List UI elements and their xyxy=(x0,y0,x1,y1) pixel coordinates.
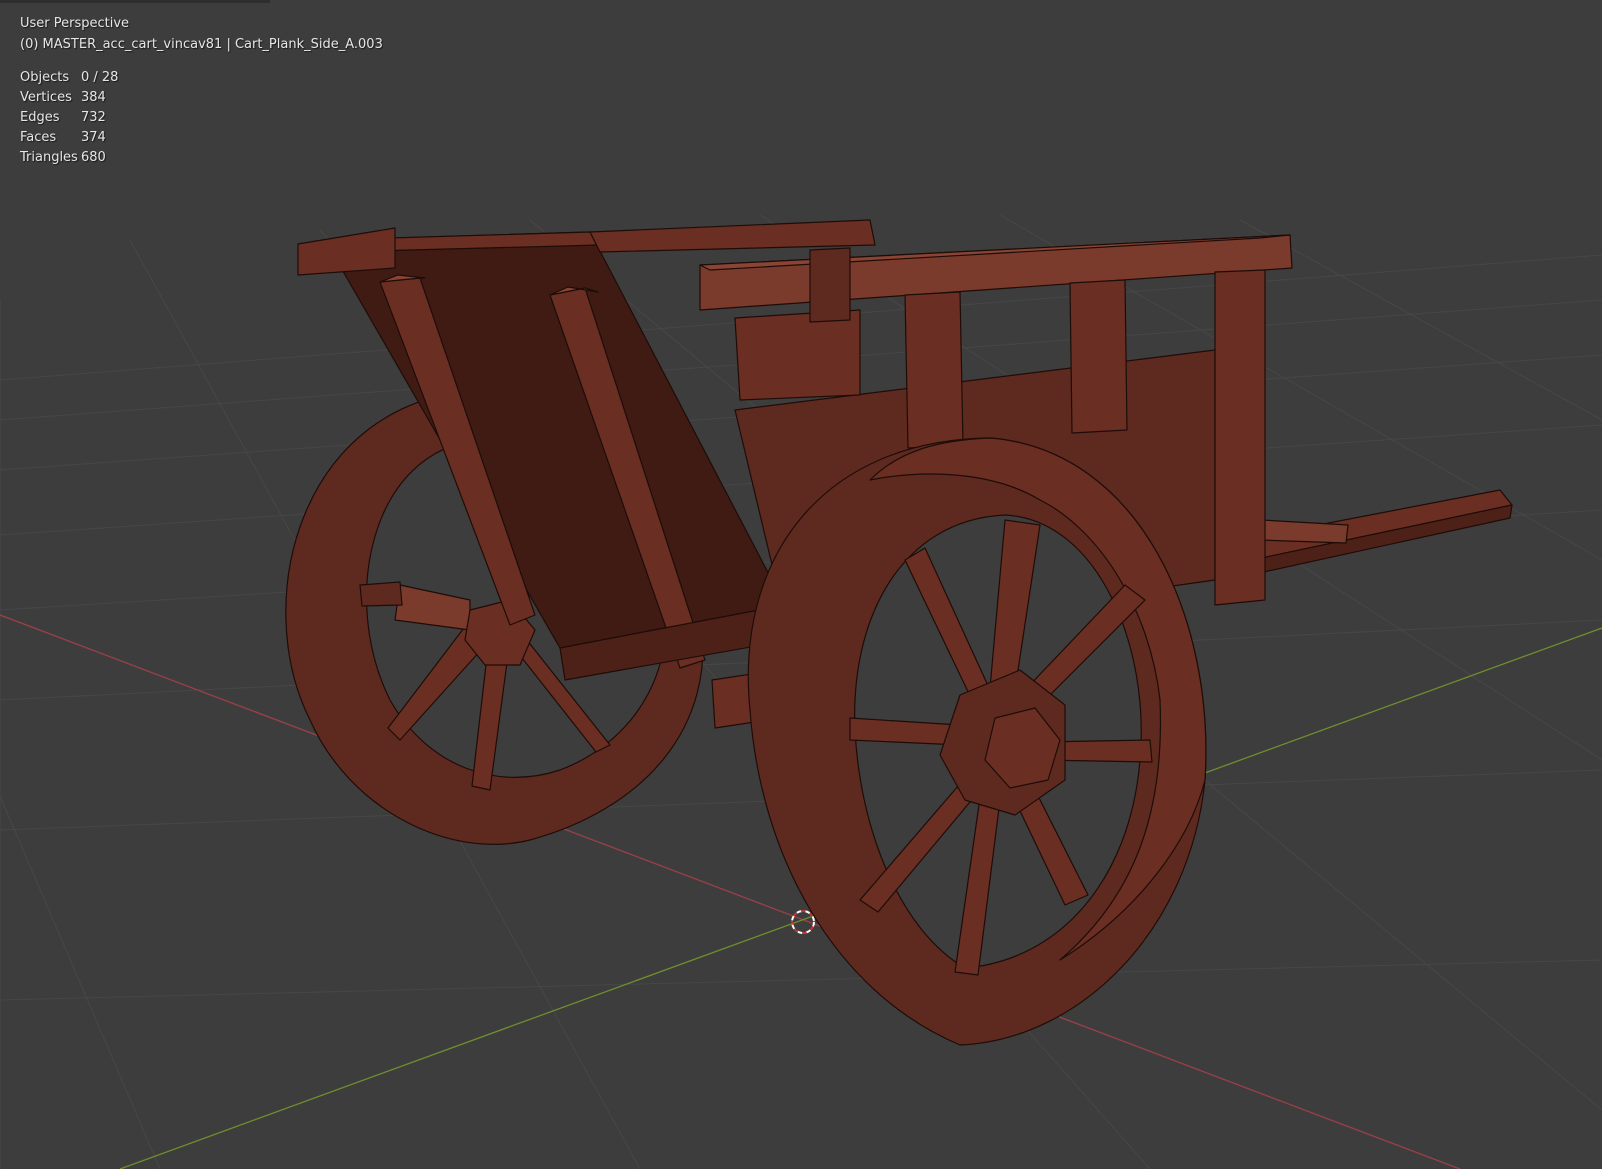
stat-label: Triangles xyxy=(20,150,78,165)
stat-row-triangles: Triangles 680 xyxy=(20,148,118,168)
stat-row-edges: Edges 732 xyxy=(20,108,118,128)
stat-label: Edges xyxy=(20,110,60,125)
stat-value: 384 xyxy=(81,90,106,105)
viewport-scene[interactable] xyxy=(0,0,1602,1169)
cart-model[interactable] xyxy=(285,219,1513,1046)
active-object-label: (0) MASTER_acc_cart_vincav81 | Cart_Plan… xyxy=(20,37,383,52)
statistics-panel: Objects 0 / 28 Vertices 384 Edges 732 Fa… xyxy=(20,68,118,168)
stat-label: Faces xyxy=(20,130,57,145)
stat-label: Vertices xyxy=(20,90,72,105)
stat-value: 0 / 28 xyxy=(81,70,119,85)
side-post-3 xyxy=(1214,269,1266,606)
stat-value: 732 xyxy=(81,110,106,125)
top-rail-back xyxy=(589,219,876,253)
side-post-1 xyxy=(904,291,964,449)
front-wheel[interactable] xyxy=(747,437,1207,1046)
stat-row-objects: Objects 0 / 28 xyxy=(20,68,118,88)
view-name-label: User Perspective xyxy=(20,16,130,31)
side-post-2 xyxy=(1069,279,1128,434)
stat-label: Objects xyxy=(20,70,70,85)
stat-row-vertices: Vertices 384 xyxy=(20,88,118,108)
stat-row-faces: Faces 374 xyxy=(20,128,118,148)
3d-viewport[interactable]: User Perspective (0) MASTER_acc_cart_vin… xyxy=(0,0,1602,1169)
stat-value: 680 xyxy=(81,150,106,165)
stat-value: 374 xyxy=(81,130,106,145)
